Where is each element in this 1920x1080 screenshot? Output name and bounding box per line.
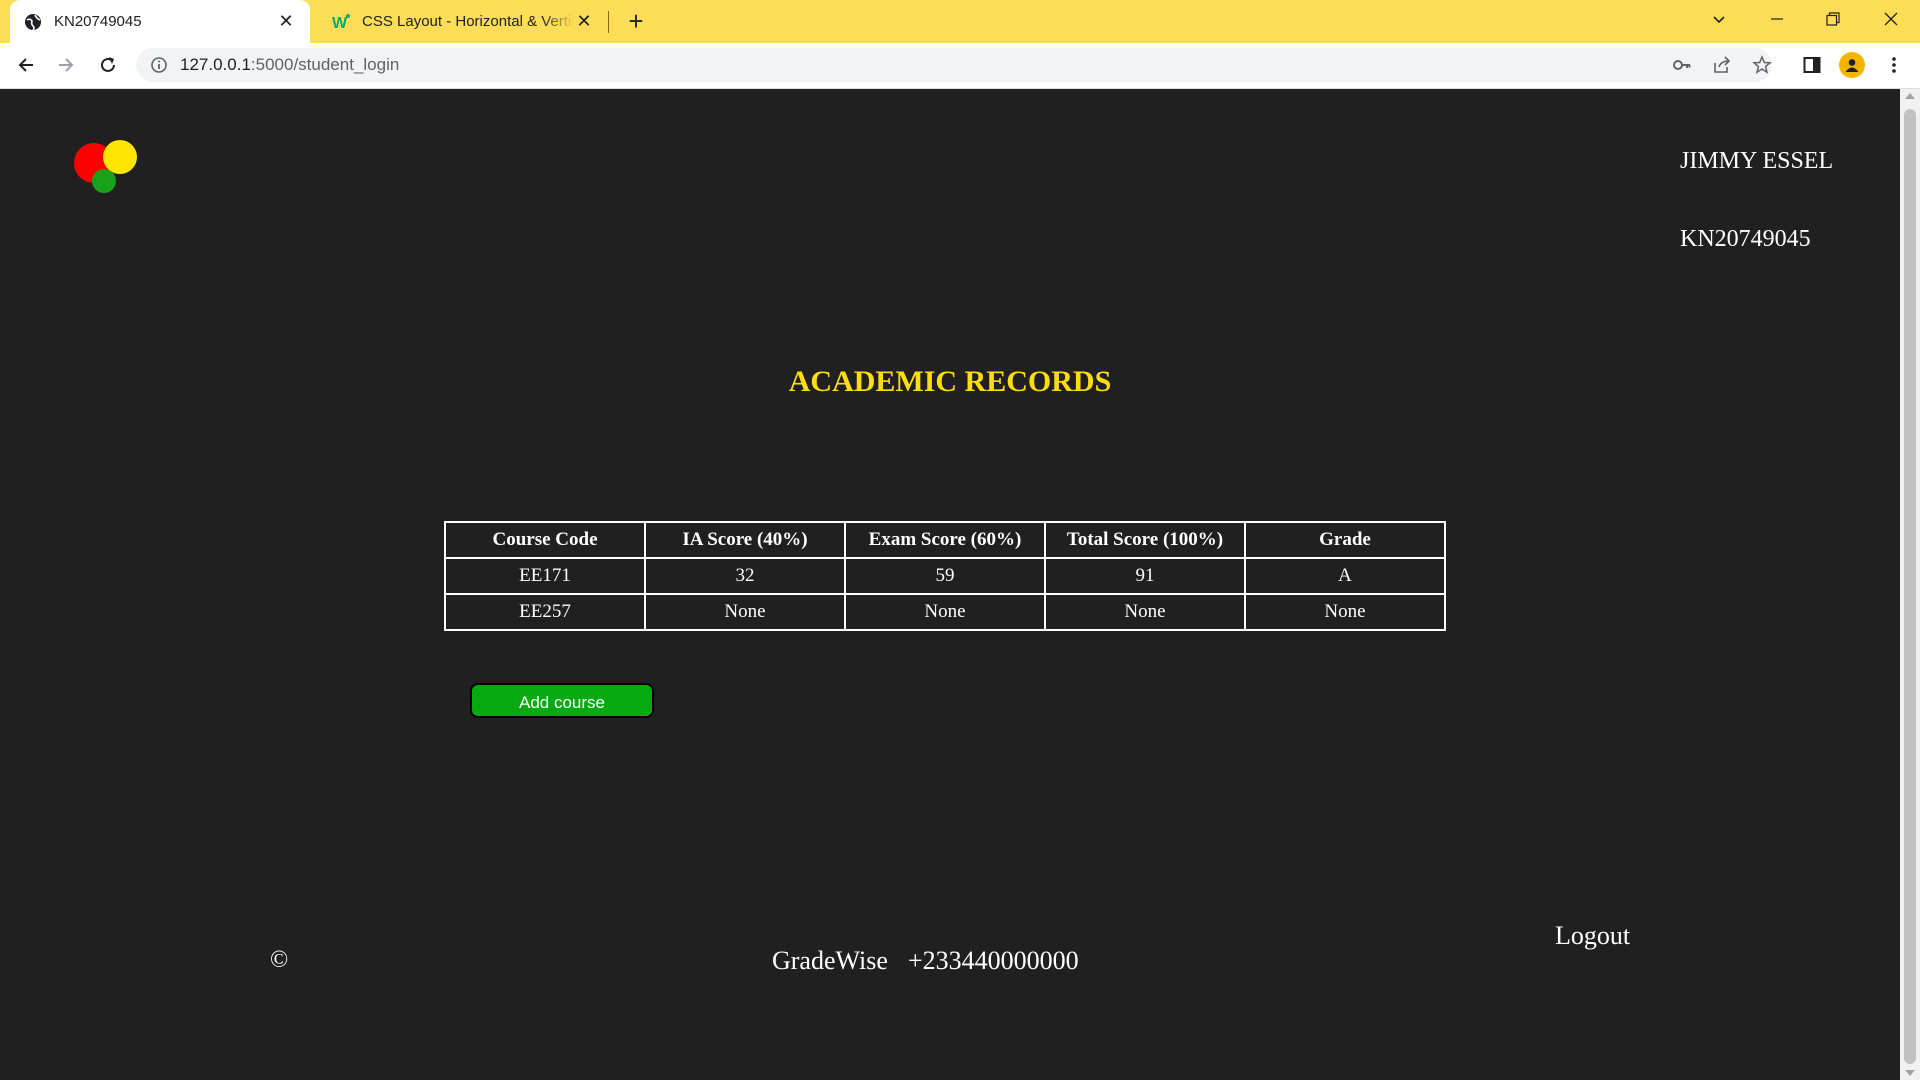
- scrollbar-thumb[interactable]: [1904, 109, 1916, 1064]
- column-header: Total Score (100%): [1044, 521, 1246, 559]
- address-bar[interactable]: 127.0.0.1:5000/student_login: [136, 48, 1772, 82]
- footer-brand-name: GradeWise: [772, 946, 888, 975]
- tab-title: KN20749045: [54, 13, 142, 30]
- logout-link[interactable]: Logout: [1555, 921, 1630, 951]
- globe-icon: [24, 13, 42, 31]
- side-panel-icon[interactable]: [1796, 49, 1828, 81]
- tab-search-chevron-icon[interactable]: [1690, 0, 1748, 38]
- scroll-up-arrow-icon[interactable]: [1905, 93, 1915, 99]
- table-cell: 32: [644, 557, 846, 595]
- table-cell: 59: [844, 557, 1046, 595]
- footer-phone-number: +233440000000: [908, 946, 1079, 975]
- column-header: IA Score (40%): [644, 521, 846, 559]
- vertical-scrollbar[interactable]: [1900, 89, 1920, 1080]
- bookmark-star-icon[interactable]: [1746, 49, 1778, 81]
- tab-title: CSS Layout - Horizontal & Vertical Align: [362, 13, 574, 30]
- key-icon[interactable]: [1666, 49, 1698, 81]
- tab-kn20749045[interactable]: KN20749045 ✕: [10, 0, 310, 43]
- scroll-down-arrow-icon[interactable]: [1905, 1070, 1915, 1076]
- gradewise-logo: [72, 139, 142, 199]
- academic-records-table: Course Code IA Score (40%) Exam Score (6…: [444, 521, 1446, 631]
- table-cell: None: [1044, 593, 1246, 631]
- table-cell: EE171: [444, 557, 646, 595]
- forward-arrow-icon[interactable]: [50, 49, 82, 81]
- browser-tab-strip: KN20749045 ✕ W CSS Layout - Horizontal &…: [0, 0, 1920, 43]
- new-tab-button[interactable]: +: [622, 7, 650, 35]
- column-header: Exam Score (60%): [844, 521, 1046, 559]
- back-arrow-icon[interactable]: [10, 49, 42, 81]
- table-cell: None: [644, 593, 846, 631]
- tab-css-layout[interactable]: W CSS Layout - Horizontal & Vertical Ali…: [318, 0, 608, 43]
- reload-icon[interactable]: [92, 49, 124, 81]
- table-cell: None: [1244, 593, 1446, 631]
- page-title: ACADEMIC RECORDS: [788, 365, 1112, 398]
- browser-toolbar: 127.0.0.1:5000/student_login: [0, 43, 1920, 89]
- table-row: EE257 None None None None: [444, 593, 1446, 631]
- svg-text:W: W: [332, 15, 348, 31]
- minimize-icon[interactable]: [1748, 0, 1806, 38]
- student-name: JIMMY ESSEL: [1680, 148, 1834, 174]
- close-window-icon[interactable]: [1862, 0, 1920, 38]
- table-cell: 91: [1044, 557, 1246, 595]
- w3schools-icon: W: [332, 13, 350, 31]
- restore-icon[interactable]: [1804, 0, 1862, 38]
- profile-avatar[interactable]: [1836, 49, 1868, 81]
- profile-icon: [1839, 52, 1865, 78]
- table-cell: EE257: [444, 593, 646, 631]
- close-tab-icon[interactable]: ✕: [276, 11, 296, 32]
- table-header-row: Course Code IA Score (40%) Exam Score (6…: [444, 521, 1446, 559]
- student-id: KN20749045: [1680, 226, 1811, 252]
- site-info-icon[interactable]: [150, 56, 168, 74]
- column-header: Grade: [1244, 521, 1446, 559]
- page-content: JIMMY ESSEL KN20749045 ACADEMIC RECORDS …: [0, 89, 1900, 1080]
- copyright-symbol: ©: [270, 947, 289, 973]
- kebab-menu-icon[interactable]: [1878, 49, 1910, 81]
- table-row: EE171 32 59 91 A: [444, 557, 1446, 595]
- close-tab-icon[interactable]: ✕: [574, 11, 594, 32]
- add-course-button[interactable]: Add course: [470, 683, 654, 718]
- table-cell: A: [1244, 557, 1446, 595]
- table-cell: None: [844, 593, 1046, 631]
- url-text: 127.0.0.1:5000/student_login: [180, 55, 400, 74]
- column-header: Course Code: [444, 521, 646, 559]
- tab-separator: [608, 11, 609, 33]
- share-icon[interactable]: [1706, 49, 1738, 81]
